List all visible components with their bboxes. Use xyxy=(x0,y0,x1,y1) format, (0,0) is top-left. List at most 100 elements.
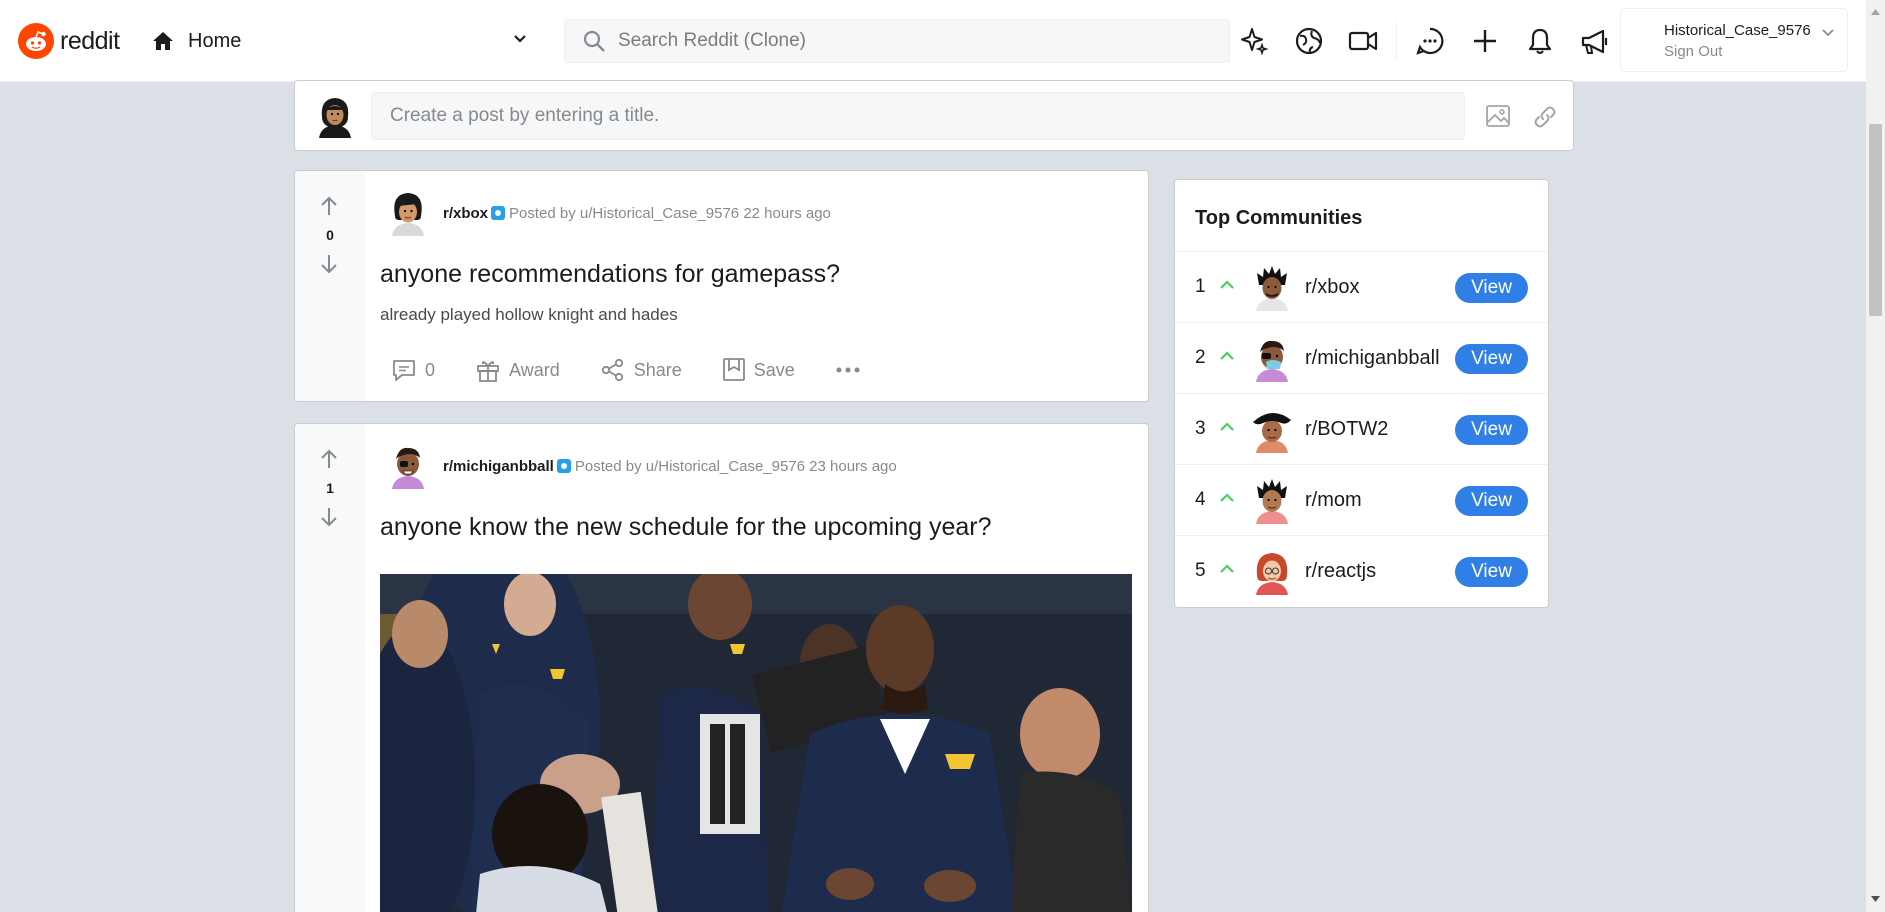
bookmark-icon xyxy=(722,357,754,383)
video-icon[interactable] xyxy=(1347,25,1379,57)
community-name[interactable]: r/xbox xyxy=(1305,276,1359,299)
view-community-button[interactable]: View xyxy=(1455,486,1528,516)
top-communities-title: Top Communities xyxy=(1195,207,1363,229)
view-community-button[interactable]: View xyxy=(1455,415,1528,445)
more-options-button[interactable] xyxy=(835,366,869,374)
home-label: Home xyxy=(188,29,242,52)
downvote-arrow-icon[interactable] xyxy=(319,253,339,275)
caret-up-icon xyxy=(1219,420,1235,432)
user-menu[interactable]: Historical_Case_9576 Sign Out xyxy=(1620,8,1848,72)
top-communities-card: Top Communities 1 r/xbox View 2 r/michig… xyxy=(1174,179,1549,608)
vote-score: 0 xyxy=(326,227,334,243)
megaphone-icon[interactable] xyxy=(1579,25,1611,57)
upvote-arrow-icon[interactable] xyxy=(319,448,339,470)
chevron-down-icon xyxy=(512,31,528,47)
page-scrollbar[interactable] xyxy=(1866,0,1885,912)
save-label: Save xyxy=(753,359,795,380)
view-community-button[interactable]: View xyxy=(1455,557,1528,587)
community-avatar xyxy=(1251,407,1293,453)
community-avatar xyxy=(1251,478,1293,524)
post-title[interactable]: anyone recommendations for gamepass? xyxy=(380,260,840,289)
search-bar[interactable] xyxy=(564,19,1230,63)
ellipsis-icon xyxy=(835,366,869,374)
gift-icon xyxy=(475,357,509,383)
subreddit-name[interactable]: r/xbox xyxy=(443,205,488,222)
link-icon[interactable] xyxy=(1531,103,1559,131)
community-name[interactable]: r/reactjs xyxy=(1305,560,1376,583)
vote-column: 1 xyxy=(295,424,365,912)
community-row[interactable]: 3 r/BOTW2 View xyxy=(1175,393,1548,464)
create-post-input[interactable] xyxy=(371,92,1465,140)
community-row[interactable]: 5 r/reactjs View xyxy=(1175,535,1548,606)
downvote-arrow-icon[interactable] xyxy=(319,506,339,528)
verified-badge-icon xyxy=(491,206,506,220)
scrollbar-thumb[interactable] xyxy=(1869,124,1882,316)
community-name[interactable]: r/michiganbball xyxy=(1305,347,1440,370)
sign-out-link[interactable]: Sign Out xyxy=(1664,43,1722,60)
caret-up-icon xyxy=(1219,349,1235,361)
logo-text: reddit xyxy=(60,26,120,55)
username: Historical_Case_9576 xyxy=(1664,22,1811,39)
plus-icon[interactable] xyxy=(1469,25,1501,57)
community-row[interactable]: 4 r/mom View xyxy=(1175,464,1548,535)
home-icon xyxy=(152,30,174,52)
search-input[interactable] xyxy=(618,30,1218,52)
vote-column: 0 xyxy=(295,171,365,401)
post-card[interactable]: 0 r/xbox Posted by u/Historical_Case_957… xyxy=(294,170,1149,402)
scroll-up-arrow-icon[interactable] xyxy=(1870,8,1881,16)
bell-icon[interactable] xyxy=(1524,25,1556,57)
share-button[interactable]: Share xyxy=(600,357,682,383)
caret-up-icon xyxy=(1219,278,1235,290)
community-row[interactable]: 1 r/xbox View xyxy=(1175,251,1548,322)
view-community-button[interactable]: View xyxy=(1455,273,1528,303)
community-rank: 1 xyxy=(1195,276,1206,297)
post-byline: Posted by u/Historical_Case_9576 22 hour… xyxy=(509,204,831,222)
create-post-bar xyxy=(294,80,1574,151)
post-actions: 0 Award Share Save xyxy=(391,357,909,383)
comment-icon xyxy=(391,358,425,382)
subreddit-avatar[interactable] xyxy=(387,443,429,489)
comments-button[interactable]: 0 xyxy=(391,358,435,382)
community-rank: 4 xyxy=(1195,489,1206,510)
post-image[interactable] xyxy=(380,574,1132,912)
community-rank: 2 xyxy=(1195,347,1206,368)
community-avatar xyxy=(1251,265,1293,311)
comment-count: 0 xyxy=(425,359,436,380)
image-icon[interactable] xyxy=(1485,103,1511,129)
verified-badge-icon xyxy=(556,459,571,473)
community-rank: 3 xyxy=(1195,418,1206,439)
award-button[interactable]: Award xyxy=(475,357,560,383)
post-meta: r/xbox Posted by u/Historical_Case_9576 … xyxy=(387,190,831,236)
subreddit-avatar[interactable] xyxy=(387,190,429,236)
scroll-down-arrow-icon[interactable] xyxy=(1870,895,1881,903)
caret-up-icon xyxy=(1219,491,1235,503)
community-rank: 5 xyxy=(1195,560,1206,581)
chevron-down-icon xyxy=(1821,26,1835,40)
chat-icon[interactable] xyxy=(1414,25,1446,57)
community-name[interactable]: r/mom xyxy=(1305,489,1362,512)
community-row[interactable]: 2 r/michiganbball View xyxy=(1175,322,1548,393)
vote-score: 1 xyxy=(326,480,334,496)
community-name[interactable]: r/BOTW2 xyxy=(1305,418,1388,441)
share-icon xyxy=(600,357,634,383)
caret-up-icon xyxy=(1219,562,1235,574)
avatar[interactable] xyxy=(313,93,357,139)
save-button[interactable]: Save xyxy=(722,357,795,383)
award-label: Award xyxy=(509,359,560,380)
home-dropdown[interactable]: Home xyxy=(152,20,528,62)
reddit-logo[interactable]: reddit xyxy=(18,23,120,59)
reddit-alien-icon xyxy=(18,23,54,59)
sparkle-icon[interactable] xyxy=(1238,25,1270,57)
upvote-arrow-icon[interactable] xyxy=(319,195,339,217)
globe-icon[interactable] xyxy=(1293,25,1325,57)
subreddit-name[interactable]: r/michiganbball xyxy=(443,458,554,475)
post-body: already played hollow knight and hades xyxy=(380,305,678,324)
post-meta: r/michiganbball Posted by u/Historical_C… xyxy=(387,443,897,489)
post-title[interactable]: anyone know the new schedule for the upc… xyxy=(380,513,992,542)
view-community-button[interactable]: View xyxy=(1455,344,1528,374)
community-avatar xyxy=(1251,549,1293,595)
search-icon xyxy=(582,29,606,53)
post-byline: Posted by u/Historical_Case_9576 23 hour… xyxy=(574,457,897,475)
post-card[interactable]: 1 r/michiganbball Posted by u/Historical… xyxy=(294,423,1149,912)
top-nav: reddit Home Historical_Case_9576 xyxy=(0,0,1866,82)
